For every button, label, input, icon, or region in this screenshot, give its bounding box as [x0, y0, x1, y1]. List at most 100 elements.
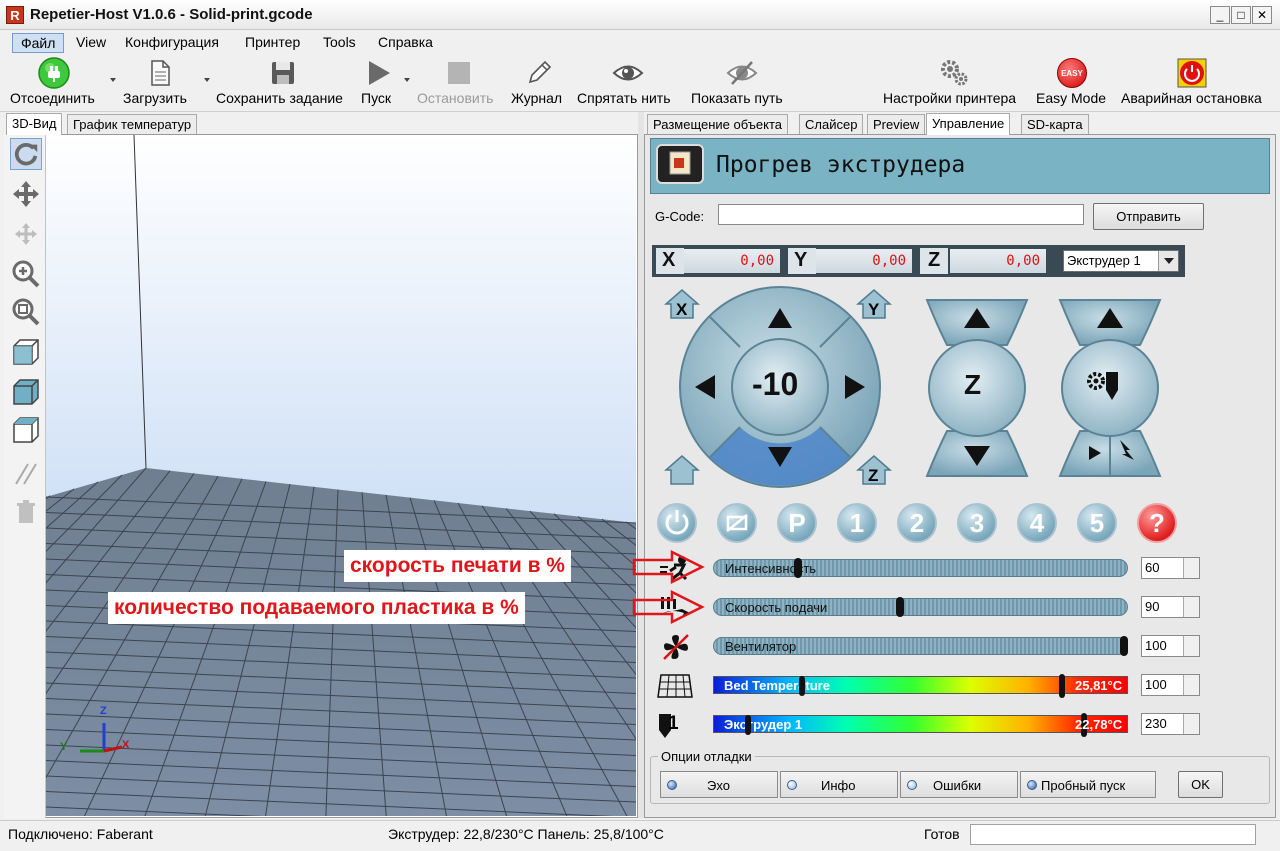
menu-help[interactable]: Справка	[370, 33, 441, 53]
stop-button[interactable]: Остановить	[416, 54, 502, 110]
preset-4-button[interactable]: 4	[1017, 503, 1057, 543]
disconnect-button[interactable]: Отсоединить	[8, 54, 116, 110]
save-job-button[interactable]: Сохранить задание	[215, 54, 351, 110]
run-label: Пуск	[361, 90, 392, 106]
3d-viewport[interactable]: Z Y X	[46, 135, 636, 816]
axis-z-label: Z	[100, 705, 107, 717]
easy-mode-button[interactable]: EASY Easy Mode	[1035, 54, 1115, 110]
speed-spinbox-value: 60	[1145, 560, 1160, 575]
easy-mode-label: Easy Mode	[1036, 90, 1107, 106]
debug-echo-label: Эхо	[707, 778, 730, 793]
cube-iso-view-icon[interactable]	[10, 376, 42, 408]
preset-3-button[interactable]: 3	[957, 503, 997, 543]
fan-slider-thumb[interactable]	[1120, 636, 1128, 656]
power-icon	[665, 510, 689, 535]
save-job-label: Сохранить задание	[216, 90, 343, 106]
play-icon	[369, 61, 390, 85]
run-button[interactable]: Пуск	[360, 54, 412, 110]
easy-badge-icon: EASY	[1057, 58, 1087, 88]
rotate-icon[interactable]	[10, 138, 42, 170]
menu-file[interactable]: Файл	[12, 33, 65, 53]
printer-settings-button[interactable]: Настройки принтера	[882, 54, 1028, 110]
debug-dry-run-toggle[interactable]: Пробный пуск	[1020, 771, 1156, 798]
maximize-button[interactable]: □	[1231, 6, 1251, 24]
menu-configuration[interactable]: Конфигурация	[117, 33, 227, 53]
zoom-fit-icon[interactable]	[10, 296, 42, 328]
show-path-button[interactable]: Показать путь	[690, 54, 796, 110]
debug-ok-button[interactable]: OK	[1178, 771, 1223, 798]
cube-front-view-icon[interactable]	[10, 336, 42, 368]
debug-echo-toggle[interactable]: Эхо	[660, 771, 778, 798]
zoom-in-icon[interactable]	[10, 258, 42, 290]
main-toolbar: Отсоединить Загрузить Сохранить задание …	[0, 54, 1280, 112]
motor-off-icon	[726, 514, 748, 532]
bed-target-value: 100	[1145, 677, 1167, 692]
send-button[interactable]: Отправить	[1093, 203, 1204, 230]
annotation-arrows	[632, 549, 705, 625]
preset-p-button[interactable]: P	[777, 503, 817, 543]
preset-5-button[interactable]: 5	[1077, 503, 1117, 543]
preset-2-button[interactable]: 2	[897, 503, 937, 543]
minimize-button[interactable]: _	[1210, 6, 1230, 24]
bed-target-marker[interactable]	[1059, 674, 1065, 698]
window-title: Repetier-Host V1.0.6 - Solid-print.gcode	[30, 6, 313, 23]
tab-slicer[interactable]: Слайсер	[799, 114, 864, 136]
move-icon[interactable]	[10, 178, 42, 210]
move-object-icon[interactable]	[10, 218, 42, 250]
spin-arrows-icon[interactable]	[1183, 597, 1199, 617]
fan-spinbox[interactable]: 100	[1141, 635, 1200, 657]
temperature-status: Экструдер: 22,8/230°C Панель: 25,8/100°C	[388, 826, 664, 842]
close-button[interactable]: ✕	[1252, 6, 1272, 24]
preset-1-button[interactable]: 1	[837, 503, 877, 543]
extruder-current-temp: 22,78°C	[1075, 717, 1123, 732]
spin-arrows-icon[interactable]	[1183, 675, 1199, 695]
spin-arrows-icon[interactable]	[1183, 714, 1199, 734]
flow-slider-thumb[interactable]	[896, 597, 905, 617]
emergency-stop-button[interactable]: Аварийная остановка	[1120, 54, 1272, 110]
spin-arrows-icon[interactable]	[1183, 636, 1199, 656]
z-home-center-button[interactable]: Z	[964, 369, 981, 401]
flow-spinbox[interactable]: 90	[1141, 596, 1200, 618]
speed-slider-thumb[interactable]	[794, 558, 803, 578]
load-button[interactable]: Загрузить	[122, 54, 214, 110]
menu-printer[interactable]: Принтер	[237, 33, 308, 53]
disconnect-label: Отсоединить	[10, 90, 95, 106]
help-button[interactable]: ?	[1137, 503, 1177, 543]
parallel-lines-icon[interactable]	[10, 458, 42, 490]
debug-info-label: Инфо	[821, 778, 856, 793]
hide-filament-button[interactable]: Спрятать нить	[576, 54, 682, 110]
jog-step-value[interactable]: -10	[752, 366, 798, 403]
chevron-down-icon[interactable]	[404, 78, 410, 82]
trash-icon[interactable]	[10, 496, 42, 528]
tab-manual-control[interactable]: Управление	[926, 113, 1011, 135]
extruder-temperature-label: Экструдер 1	[724, 717, 803, 732]
chevron-down-icon[interactable]	[110, 78, 116, 82]
tab-sd-card[interactable]: SD-карта	[1021, 114, 1089, 136]
eye-icon	[612, 65, 644, 81]
extruder-target-spinbox[interactable]: 230	[1141, 713, 1200, 735]
gcode-input[interactable]	[718, 204, 1084, 225]
cube-top-view-icon[interactable]	[10, 414, 42, 446]
extruder-jog-control[interactable]	[1058, 299, 1162, 477]
log-button[interactable]: Журнал	[510, 54, 568, 110]
axis-y-label: Y	[60, 741, 68, 753]
chevron-down-icon[interactable]	[204, 78, 210, 82]
tab-preview[interactable]: Preview	[867, 114, 926, 136]
tab-3d-view[interactable]: 3D-Вид	[6, 113, 63, 135]
debug-errors-toggle[interactable]: Ошибки	[900, 771, 1018, 798]
speed-slider-label: Интенсивность	[725, 561, 817, 576]
menu-tools[interactable]: Tools	[315, 33, 364, 53]
power-button[interactable]	[657, 503, 697, 543]
tab-object-placement[interactable]: Размещение объекта	[647, 114, 788, 136]
debug-info-toggle[interactable]: Инфо	[780, 771, 898, 798]
speed-spinbox[interactable]: 60	[1141, 557, 1200, 579]
menu-view[interactable]: View	[68, 33, 114, 53]
chevron-down-icon[interactable]	[1158, 251, 1178, 271]
bed-temperature-label: Bed Temperature	[724, 678, 830, 693]
tab-temperature-graph[interactable]: График температур	[67, 114, 198, 136]
motors-off-button[interactable]	[717, 503, 757, 543]
bed-target-spinbox[interactable]: 100	[1141, 674, 1200, 696]
spin-arrows-icon[interactable]	[1183, 558, 1199, 578]
flow-annotation: количество подаваемого пластика в %	[108, 592, 525, 624]
flow-spinbox-value: 90	[1145, 599, 1160, 614]
